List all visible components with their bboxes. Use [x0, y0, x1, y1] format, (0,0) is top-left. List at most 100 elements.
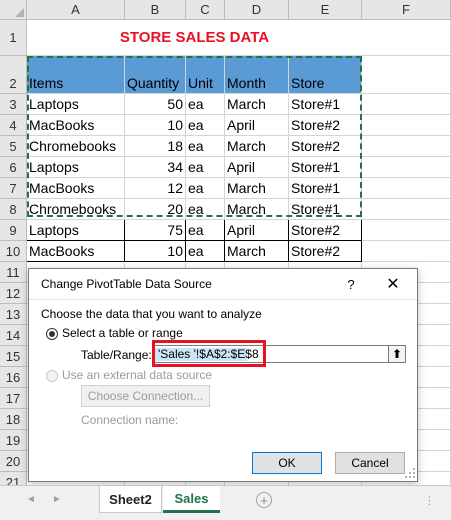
column-header-e[interactable]: E: [289, 0, 362, 20]
data-cell-store[interactable]: Store#1: [289, 178, 362, 199]
data-cell-item[interactable]: MacBooks: [27, 178, 125, 199]
data-cell-item[interactable]: Chromebooks: [27, 136, 125, 157]
radio-select-table[interactable]: [46, 328, 58, 340]
next-sheet-icon[interactable]: ►: [52, 494, 62, 505]
data-cell-unit[interactable]: ea: [186, 199, 225, 220]
tab-sheet2[interactable]: Sheet2: [99, 486, 162, 513]
column-header-a[interactable]: A: [27, 0, 125, 20]
sheet-title-cell[interactable]: STORE SALES DATA: [27, 20, 362, 56]
ok-button[interactable]: OK: [252, 452, 322, 474]
row-header-9[interactable]: 9: [0, 220, 27, 241]
data-cell-quantity[interactable]: 18: [125, 136, 186, 157]
data-cell-month[interactable]: March: [225, 199, 289, 220]
data-cell-quantity[interactable]: 20: [125, 199, 186, 220]
data-cell-item[interactable]: Laptops: [27, 220, 125, 241]
data-cell-store[interactable]: Store#2: [289, 220, 362, 241]
cell[interactable]: [362, 136, 451, 157]
data-cell-unit[interactable]: ea: [186, 157, 225, 178]
row-header-4[interactable]: 4: [0, 115, 27, 136]
row-header-1[interactable]: 1: [0, 20, 27, 56]
data-cell-quantity[interactable]: 34: [125, 157, 186, 178]
data-cell-unit[interactable]: ea: [186, 94, 225, 115]
table-range-input[interactable]: [153, 345, 389, 363]
cancel-button[interactable]: Cancel: [335, 452, 405, 474]
data-cell-item[interactable]: Chromebooks: [27, 199, 125, 220]
row-header-14[interactable]: 14: [0, 325, 27, 346]
header-cell-month[interactable]: Month: [225, 56, 289, 94]
row-header-12[interactable]: 12: [0, 283, 27, 304]
row-header-8[interactable]: 8: [0, 199, 27, 220]
close-button[interactable]: ✕: [381, 274, 405, 294]
data-cell-item[interactable]: MacBooks: [27, 115, 125, 136]
resize-grip-icon[interactable]: [404, 467, 416, 479]
cell[interactable]: [362, 220, 451, 241]
row-header-2[interactable]: 2: [0, 56, 27, 94]
data-cell-quantity[interactable]: 50: [125, 94, 186, 115]
data-cell-month[interactable]: March: [225, 178, 289, 199]
tab-sales[interactable]: Sales: [163, 486, 220, 513]
column-header-f[interactable]: F: [362, 0, 451, 20]
row-header-17[interactable]: 17: [0, 388, 27, 409]
data-cell-unit[interactable]: ea: [186, 178, 225, 199]
cell[interactable]: [362, 178, 451, 199]
data-cell-store[interactable]: Store#1: [289, 94, 362, 115]
row-header-19[interactable]: 19: [0, 430, 27, 451]
header-cell-unit[interactable]: Unit: [186, 56, 225, 94]
cell[interactable]: [362, 199, 451, 220]
help-button[interactable]: ?: [341, 274, 361, 294]
data-cell-month[interactable]: March: [225, 94, 289, 115]
data-cell-quantity[interactable]: 10: [125, 115, 186, 136]
data-cell-month[interactable]: April: [225, 115, 289, 136]
row-header-11[interactable]: 11: [0, 262, 27, 283]
data-cell-unit[interactable]: ea: [186, 115, 225, 136]
data-cell-item[interactable]: Laptops: [27, 157, 125, 178]
row-header-5[interactable]: 5: [0, 136, 27, 157]
data-cell-store[interactable]: Store#2: [289, 136, 362, 157]
choose-connection-button[interactable]: Choose Connection...: [81, 385, 210, 407]
header-cell-items[interactable]: Items: [27, 56, 125, 94]
add-sheet-icon[interactable]: +: [256, 492, 272, 508]
collapse-dialog-button[interactable]: ⬆: [388, 345, 406, 363]
data-cell-quantity[interactable]: 12: [125, 178, 186, 199]
cell[interactable]: [362, 56, 451, 94]
data-cell-month[interactable]: April: [225, 157, 289, 178]
row-header-6[interactable]: 6: [0, 157, 27, 178]
data-cell-month[interactable]: March: [225, 241, 289, 262]
column-header-c[interactable]: C: [186, 0, 225, 20]
radio-external-source-label[interactable]: Use an external data source: [62, 368, 212, 382]
cell[interactable]: [362, 94, 451, 115]
data-cell-store[interactable]: Store#2: [289, 241, 362, 262]
data-cell-store[interactable]: Store#2: [289, 115, 362, 136]
header-cell-quantity[interactable]: Quantity: [125, 56, 186, 94]
select-all-button[interactable]: [0, 0, 27, 20]
cell[interactable]: [362, 20, 451, 56]
row-header-15[interactable]: 15: [0, 346, 27, 367]
radio-external-source[interactable]: [46, 370, 58, 382]
row-header-13[interactable]: 13: [0, 304, 27, 325]
data-cell-month[interactable]: April: [225, 220, 289, 241]
header-cell-store[interactable]: Store: [289, 56, 362, 94]
row-header-10[interactable]: 10: [0, 241, 27, 262]
data-cell-unit[interactable]: ea: [186, 241, 225, 262]
data-cell-month[interactable]: March: [225, 136, 289, 157]
row-header-16[interactable]: 16: [0, 367, 27, 388]
cell[interactable]: [362, 157, 451, 178]
data-cell-quantity[interactable]: 10: [125, 241, 186, 262]
radio-select-table-label[interactable]: Select a table or range: [62, 326, 183, 340]
data-cell-item[interactable]: MacBooks: [27, 241, 125, 262]
data-cell-quantity[interactable]: 75: [125, 220, 186, 241]
cell[interactable]: [362, 115, 451, 136]
row-header-7[interactable]: 7: [0, 178, 27, 199]
data-cell-unit[interactable]: ea: [186, 220, 225, 241]
data-cell-item[interactable]: Laptops: [27, 94, 125, 115]
data-cell-unit[interactable]: ea: [186, 136, 225, 157]
column-header-b[interactable]: B: [125, 0, 186, 20]
column-header-d[interactable]: D: [225, 0, 289, 20]
data-cell-store[interactable]: Store#1: [289, 199, 362, 220]
row-header-18[interactable]: 18: [0, 409, 27, 430]
data-cell-store[interactable]: Store#1: [289, 157, 362, 178]
row-header-21[interactable]: 21: [0, 472, 27, 485]
row-header-20[interactable]: 20: [0, 451, 27, 472]
prev-sheet-icon[interactable]: ◄: [26, 494, 36, 505]
more-options-icon[interactable]: ⋮: [424, 494, 435, 507]
